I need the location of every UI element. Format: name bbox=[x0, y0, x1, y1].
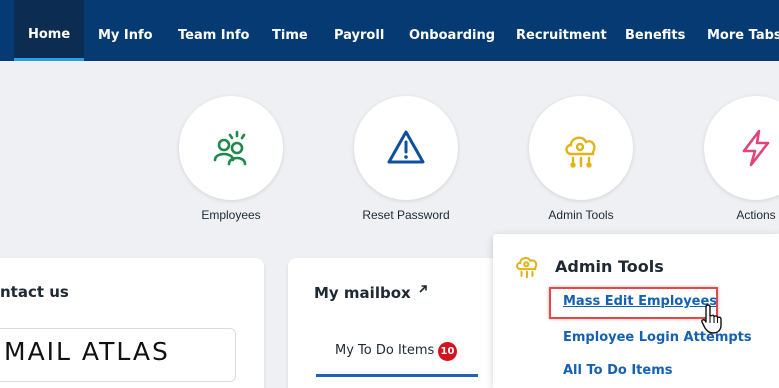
tab-payroll[interactable]: Payroll bbox=[334, 0, 384, 61]
tab-recruitment[interactable]: Recruitment bbox=[516, 0, 607, 61]
tab-time[interactable]: Time bbox=[272, 0, 308, 61]
actions-label: Actions bbox=[736, 208, 776, 222]
external-link-icon[interactable] bbox=[418, 284, 428, 294]
mailbox-title-text[interactable]: My mailbox bbox=[314, 284, 411, 302]
highlight-box bbox=[549, 287, 718, 319]
tab-my-to-do-items[interactable]: My To Do Items 10 bbox=[316, 332, 478, 377]
admin-tools-label: Admin Tools bbox=[548, 208, 614, 222]
quick-access-employees[interactable]: Employees bbox=[179, 96, 283, 222]
company-logo: MAIL ATLAS bbox=[0, 328, 236, 382]
logo-text: MAIL ATLAS bbox=[4, 337, 170, 366]
cloud-gear-icon bbox=[516, 256, 538, 279]
hand-cursor-icon bbox=[701, 304, 722, 334]
dropdown-title: Admin Tools bbox=[555, 257, 664, 276]
employees-icon bbox=[213, 130, 247, 166]
contact-title: ntact us bbox=[0, 283, 69, 301]
employees-label: Employees bbox=[201, 208, 261, 222]
tab-my-info[interactable]: My Info bbox=[98, 0, 153, 61]
tab-more-tabs[interactable]: More Tabs ( bbox=[707, 0, 779, 61]
mailbox-title[interactable]: My mailbox bbox=[314, 284, 428, 302]
actions-circle[interactable] bbox=[704, 96, 779, 200]
tab-team-info[interactable]: Team Info bbox=[178, 0, 249, 61]
cloud-gear-icon bbox=[565, 136, 596, 168]
warning-triangle-icon bbox=[387, 130, 425, 164]
tab-home[interactable]: Home bbox=[14, 0, 85, 61]
todo-count-badge: 10 bbox=[438, 342, 457, 361]
lightning-icon bbox=[742, 129, 770, 167]
tab-onboarding[interactable]: Onboarding bbox=[409, 0, 495, 61]
employees-circle[interactable] bbox=[179, 96, 283, 200]
quick-access-reset-password[interactable]: Reset Password bbox=[354, 96, 458, 222]
top-navigation: Home My Info Team Info Time Payroll Onbo… bbox=[0, 0, 779, 61]
quick-access-actions[interactable]: Actions bbox=[704, 96, 779, 222]
todo-tab-label[interactable]: My To Do Items bbox=[335, 343, 434, 358]
tab-benefits[interactable]: Benefits bbox=[625, 0, 685, 61]
admin-tools-circle[interactable] bbox=[529, 96, 633, 200]
menu-item-all-to-do-items[interactable]: All To Do Items bbox=[563, 363, 673, 378]
quick-access-admin-tools[interactable]: Admin Tools bbox=[529, 96, 633, 222]
reset-password-label: Reset Password bbox=[362, 208, 450, 222]
reset-password-circle[interactable] bbox=[354, 96, 458, 200]
